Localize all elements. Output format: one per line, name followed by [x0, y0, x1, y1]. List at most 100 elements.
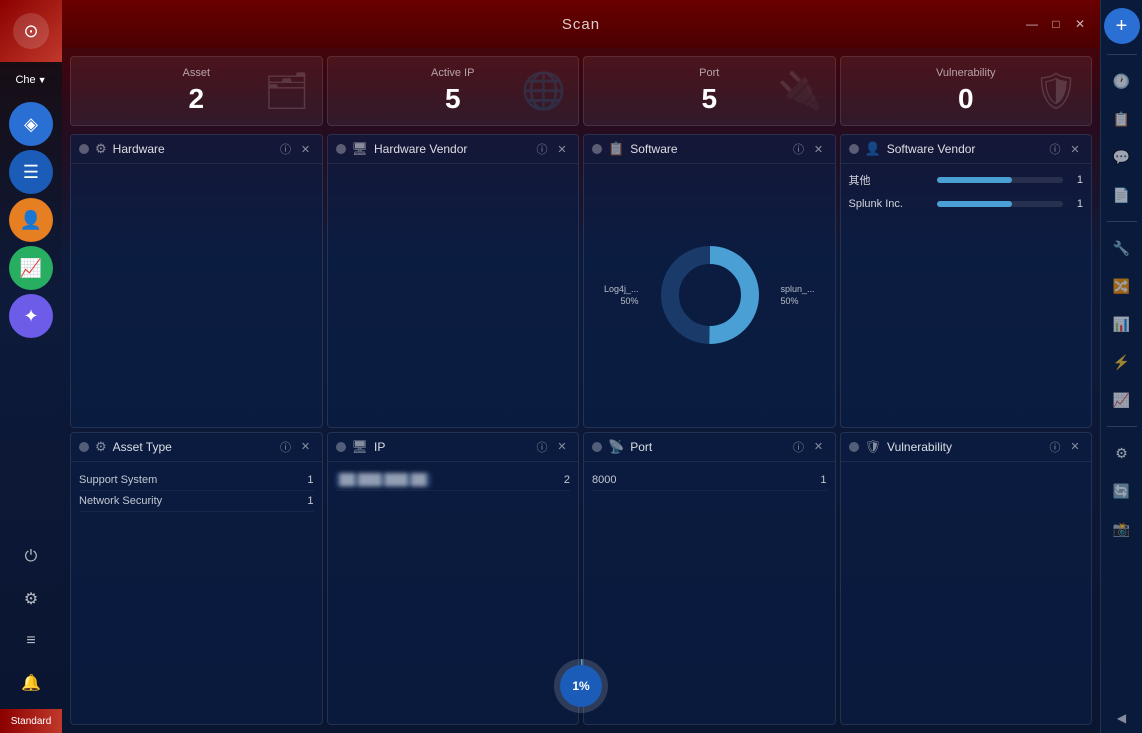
hardware-panel: ⚙ Hardware ⓘ ✕ [70, 134, 323, 428]
hardware-vendor-icon: 🖥 [352, 141, 369, 157]
asset-bg-icon: 🗂 [264, 70, 310, 112]
donut-svg [655, 240, 765, 350]
ip-icon: 🖥 [352, 439, 369, 455]
menu-icon[interactable]: ≡ [13, 623, 49, 659]
branch-icon[interactable]: 🔀 [1106, 270, 1138, 302]
ip-panel: 🖥 IP ⓘ ✕ ██.███.███.██ 2 [327, 432, 580, 726]
stat-vuln-label: Vulnerability [936, 67, 996, 79]
sidebar-item-puzzle[interactable]: ✦ [9, 294, 53, 338]
software-vendor-dot [849, 144, 859, 154]
hardware-panel-header: ⚙ Hardware ⓘ ✕ [71, 135, 322, 164]
port-header: 📡 Port ⓘ ✕ [584, 433, 835, 462]
page-title: Scan [562, 16, 600, 33]
maximize-button[interactable]: □ [1048, 16, 1064, 32]
ip-count: 2 [540, 474, 570, 486]
standard-badge: Standard [0, 709, 62, 733]
chat-icon[interactable]: 💬 [1106, 141, 1138, 173]
hardware-icon: ⚙ [95, 141, 107, 157]
asset-type-support-value: 1 [284, 474, 314, 486]
stat-asset-label: Asset [182, 67, 210, 79]
ip-info-btn[interactable]: ⓘ [534, 439, 550, 455]
window-controls: — □ ✕ [1024, 16, 1088, 32]
port-icon: 📡 [608, 439, 624, 455]
vendor-row-other: 其他 1 [849, 172, 1084, 188]
vulnerability-icon: 🛡 [865, 439, 882, 455]
vulnerability-info-btn[interactable]: ⓘ [1047, 439, 1063, 455]
port-close-btn[interactable]: ✕ [811, 439, 827, 455]
document-icon[interactable]: 📄 [1106, 179, 1138, 211]
software-vendor-header: 👤 Software Vendor ⓘ ✕ [841, 135, 1092, 164]
vendor-bar-other [937, 177, 1013, 183]
chart-icon: 📈 [20, 258, 42, 279]
asset-type-info-btn[interactable]: ⓘ [278, 439, 294, 455]
software-info-btn[interactable]: ⓘ [791, 141, 807, 157]
ip-content: ██.███.███.██ 2 [328, 462, 579, 725]
software-title: Software [630, 142, 784, 156]
asset-type-panel: ⚙ Asset Type ⓘ ✕ Support System 1 Networ… [70, 432, 323, 726]
stat-active-ip: Active IP 5 🌐 [327, 56, 580, 126]
close-button[interactable]: ✕ [1072, 16, 1088, 32]
minimize-button[interactable]: — [1024, 16, 1040, 32]
ip-row-blurred: ██.███.███.██ 2 [336, 470, 571, 491]
stat-port-value: 5 [701, 83, 717, 115]
software-vendor-info-btn[interactable]: ⓘ [1047, 141, 1063, 157]
user-menu[interactable]: Che ▼ [0, 62, 62, 98]
vendor-name-splunk: Splunk Inc. [849, 198, 929, 210]
top-panels-row: ⚙ Hardware ⓘ ✕ 🖥 Hardware Vendor ⓘ [70, 134, 1092, 428]
gear-icon[interactable]: ⚙ [1106, 437, 1138, 469]
vendor-row-splunk: Splunk Inc. 1 [849, 198, 1084, 210]
vendor-bar-other-container [937, 177, 1064, 183]
ip-close-btn[interactable]: ✕ [554, 439, 570, 455]
hardware-vendor-panel: 🖥 Hardware Vendor ⓘ ✕ [327, 134, 580, 428]
hardware-close-btn[interactable]: ✕ [298, 141, 314, 157]
app-logo[interactable]: ⊙ [0, 0, 62, 62]
hardware-vendor-info-btn[interactable]: ⓘ [534, 141, 550, 157]
software-icon: 📋 [608, 141, 624, 157]
hardware-info-btn[interactable]: ⓘ [278, 141, 294, 157]
vulnerability-content [841, 462, 1092, 725]
hardware-vendor-content [328, 164, 579, 427]
wrench-icon[interactable]: 🔧 [1106, 232, 1138, 264]
puzzle-icon: ✦ [23, 306, 38, 327]
progress-value: 1% [560, 665, 602, 707]
person-icon: 👤 [20, 210, 42, 231]
port-info-btn[interactable]: ⓘ [791, 439, 807, 455]
alert-icon[interactable]: 🔔 [13, 665, 49, 701]
software-vendor-panel: 👤 Software Vendor ⓘ ✕ 其他 1 [840, 134, 1093, 428]
refresh-icon[interactable]: 🔄 [1106, 475, 1138, 507]
ip-blurred-value: ██.███.███.██ [336, 473, 431, 487]
asset-type-network-value: 1 [284, 495, 314, 507]
software-close-btn[interactable]: ✕ [811, 141, 827, 157]
collapse-button[interactable]: ◀ [1117, 711, 1126, 725]
merge-icon[interactable]: ⚡ [1106, 346, 1138, 378]
sidebar-item-chart[interactable]: 📈 [9, 246, 53, 290]
add-button[interactable]: + [1104, 8, 1140, 44]
port-row-8000: 8000 1 [592, 470, 827, 491]
power-icon[interactable]: ⏻ [13, 539, 49, 575]
sidebar-item-person[interactable]: 👤 [9, 198, 53, 242]
asset-type-header: ⚙ Asset Type ⓘ ✕ [71, 433, 322, 462]
main-content: Scan — □ ✕ Asset 2 🗂 Active IP 5 🌐 Port … [62, 0, 1100, 733]
right-divider-1 [1107, 54, 1137, 55]
hardware-vendor-dot [336, 144, 346, 154]
table-icon[interactable]: 📋 [1106, 103, 1138, 135]
stat-activeip-value: 5 [445, 83, 461, 115]
vendor-count-splunk: 1 [1071, 198, 1083, 210]
camera-icon[interactable]: 📸 [1106, 513, 1138, 545]
settings-icon[interactable]: ⚙ [13, 581, 49, 617]
bar-chart-icon[interactable]: 📊 [1106, 308, 1138, 340]
stat-asset-value: 2 [188, 83, 204, 115]
vulnerability-close-btn[interactable]: ✕ [1067, 439, 1083, 455]
asset-type-row-support: Support System 1 [79, 470, 314, 491]
scan-icon: ◈ [24, 114, 38, 135]
scan-progress-circle[interactable]: 1% [554, 659, 608, 713]
software-vendor-close-btn[interactable]: ✕ [1067, 141, 1083, 157]
clock-icon[interactable]: 🕐 [1106, 65, 1138, 97]
app-header: Scan — □ ✕ [62, 0, 1100, 48]
sidebar-item-scan[interactable]: ◈ [9, 102, 53, 146]
analytics-icon[interactable]: 📈 [1106, 384, 1138, 416]
hardware-vendor-title: Hardware Vendor [374, 142, 528, 156]
sidebar-item-list[interactable]: ☰ [9, 150, 53, 194]
hardware-vendor-close-btn[interactable]: ✕ [554, 141, 570, 157]
asset-type-close-btn[interactable]: ✕ [298, 439, 314, 455]
